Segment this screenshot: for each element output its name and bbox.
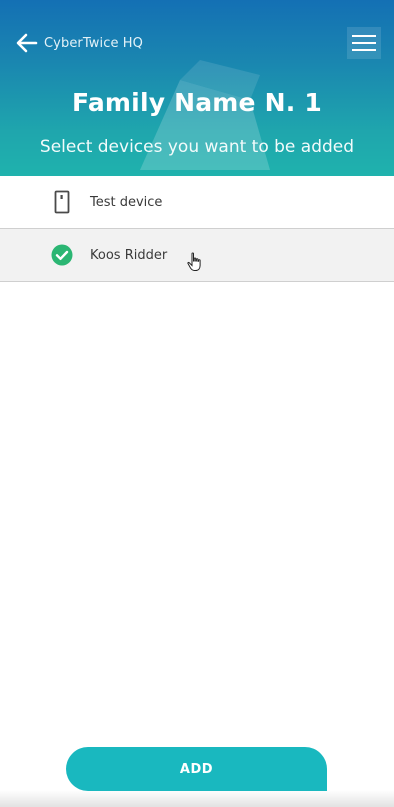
check-circle-icon	[50, 243, 74, 267]
device-label: Koos Ridder	[90, 247, 168, 263]
device-list: Test device Koos Ridder	[0, 176, 394, 282]
menu-button[interactable]	[347, 27, 381, 59]
back-button[interactable]: CyberTwice HQ	[14, 28, 143, 58]
header: CyberTwice HQ Family Name N. 1 Select de…	[0, 0, 394, 176]
phone-device-icon	[50, 190, 74, 214]
device-label: Test device	[90, 194, 163, 210]
page-title: Family Name N. 1	[72, 88, 322, 117]
arrow-left-icon	[16, 33, 38, 53]
bottom-shade	[0, 790, 394, 807]
device-row-koos-ridder[interactable]: Koos Ridder	[0, 229, 394, 282]
screen: CyberTwice HQ Family Name N. 1 Select de…	[0, 0, 394, 807]
add-button[interactable]: ADD	[66, 747, 327, 791]
page-subtitle: Select devices you want to be added	[39, 137, 355, 157]
hamburger-menu-icon	[352, 35, 376, 51]
device-row-test-device[interactable]: Test device	[0, 176, 394, 229]
back-label: CyberTwice HQ	[44, 35, 143, 51]
